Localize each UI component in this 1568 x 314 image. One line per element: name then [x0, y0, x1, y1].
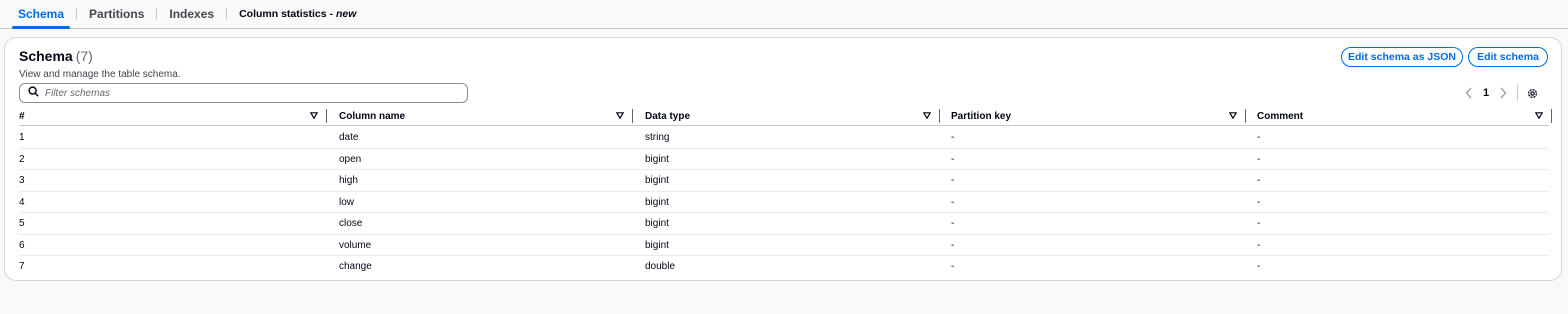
tab-column-statistics[interactable]: Column statistics - new — [227, 0, 368, 28]
edit-schema-button[interactable]: Edit schema — [1468, 47, 1548, 67]
row-number: 1 — [19, 132, 25, 143]
table-row: 3 high bigint - - — [19, 170, 1549, 192]
partition-key-cell: - — [951, 153, 955, 165]
tab-label: Partitions — [89, 7, 145, 21]
comment-cell: - — [1257, 132, 1261, 143]
schema-title: Schema — [19, 48, 73, 64]
panel-description: View and manage the table schema. — [19, 69, 181, 80]
filter-schemas-input[interactable] — [45, 87, 445, 99]
gear-icon[interactable] — [1526, 87, 1539, 100]
column-header-partition-key[interactable]: Partition key — [951, 111, 1011, 122]
pagination: 1 — [1465, 85, 1539, 101]
table-row: 7 change double - - — [19, 256, 1549, 278]
partition-key-cell: - — [951, 261, 955, 272]
filter-schemas-field[interactable] — [19, 83, 468, 103]
data-type-cell: bigint — [645, 218, 669, 229]
partition-key-cell: - — [951, 175, 955, 186]
sort-icon[interactable] — [616, 112, 624, 119]
table-row: 1 date string - - — [19, 127, 1549, 149]
tab-indexes[interactable]: Indexes — [157, 0, 226, 28]
tab-label: Column statistics - — [239, 8, 334, 20]
column-name-cell: high — [339, 175, 358, 186]
data-type-cell: double — [645, 261, 676, 272]
table-row: 4 low bigint - - — [19, 192, 1549, 213]
table-row: 2 open bigint - - — [19, 149, 1549, 170]
panel-title: Schema (7) — [19, 48, 93, 64]
tab-label: Schema — [18, 7, 65, 21]
comment-cell: - — [1257, 196, 1261, 208]
row-number: 5 — [19, 218, 25, 229]
table-header: # Column name Data type Partition key Co… — [19, 108, 1552, 126]
row-number: 4 — [19, 196, 25, 208]
partition-key-cell: - — [951, 218, 955, 229]
column-divider[interactable] — [1245, 109, 1246, 123]
data-type-cell: bigint — [645, 196, 669, 208]
data-type-cell: bigint — [645, 175, 669, 186]
tab-bar: Schema Partitions Indexes Column statist… — [0, 0, 1568, 29]
column-divider[interactable] — [326, 109, 327, 123]
chevron-left-icon[interactable] — [1465, 87, 1473, 99]
column-name-cell: date — [339, 132, 359, 143]
comment-cell: - — [1257, 175, 1261, 186]
edit-schema-json-button[interactable]: Edit schema as JSON — [1341, 47, 1463, 67]
column-name-cell: change — [339, 261, 372, 272]
column-header-column-name[interactable]: Column name — [339, 111, 405, 122]
column-name-cell: volume — [339, 239, 372, 251]
pager-divider — [1517, 85, 1519, 101]
sort-icon[interactable] — [310, 112, 318, 119]
sort-icon[interactable] — [1229, 112, 1237, 119]
column-header-number[interactable]: # — [19, 111, 25, 122]
schema-panel: Schema (7) View and manage the table sche… — [4, 37, 1562, 281]
tab-partitions[interactable]: Partitions — [77, 0, 156, 28]
tab-schema[interactable]: Schema — [6, 0, 76, 29]
row-number: 6 — [19, 239, 25, 251]
search-icon — [28, 84, 39, 102]
table-row: 5 close bigint - - — [19, 213, 1549, 235]
chevron-right-icon[interactable] — [1499, 87, 1507, 99]
current-page[interactable]: 1 — [1483, 87, 1489, 99]
schema-table-body: 1 date string - - 2 open bigint - - 3 hi… — [19, 127, 1549, 278]
comment-cell: - — [1257, 218, 1261, 229]
row-number: 2 — [19, 153, 25, 165]
column-divider[interactable] — [1551, 109, 1552, 123]
column-name-cell: open — [339, 153, 362, 165]
table-row: 6 volume bigint - - — [19, 235, 1549, 256]
column-header-comment[interactable]: Comment — [1257, 111, 1303, 122]
column-name-cell: close — [339, 218, 363, 229]
new-badge: new — [336, 8, 357, 20]
partition-key-cell: - — [951, 132, 955, 143]
row-number: 3 — [19, 175, 25, 186]
data-type-cell: bigint — [645, 153, 669, 165]
schema-count: (7) — [75, 48, 93, 64]
data-type-cell: string — [645, 132, 670, 143]
data-type-cell: bigint — [645, 239, 669, 251]
comment-cell: - — [1257, 239, 1261, 251]
sort-icon[interactable] — [923, 112, 931, 119]
column-divider[interactable] — [632, 109, 633, 123]
partition-key-cell: - — [951, 239, 955, 251]
tab-label: Indexes — [169, 7, 215, 21]
comment-cell: - — [1257, 261, 1261, 272]
row-number: 7 — [19, 261, 25, 272]
column-header-data-type[interactable]: Data type — [645, 111, 690, 122]
column-name-cell: low — [339, 196, 355, 208]
column-divider[interactable] — [939, 109, 940, 123]
sort-icon[interactable] — [1535, 112, 1543, 119]
partition-key-cell: - — [951, 196, 955, 208]
comment-cell: - — [1257, 153, 1261, 165]
